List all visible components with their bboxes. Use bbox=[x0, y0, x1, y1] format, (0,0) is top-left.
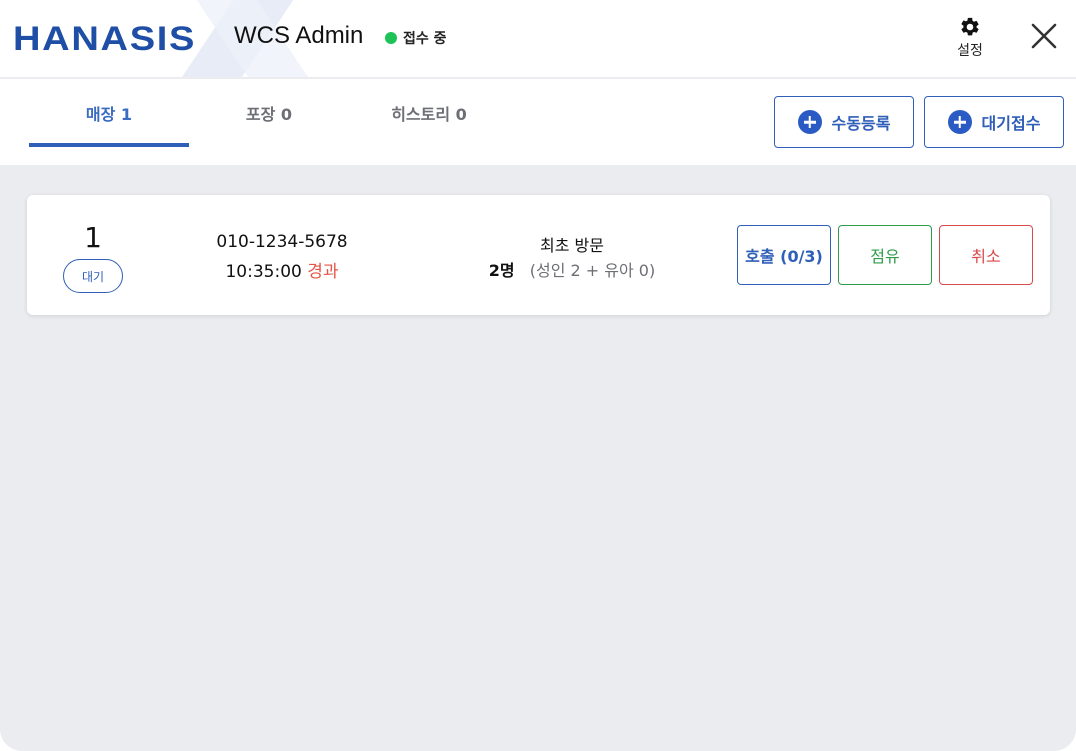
call-button[interactable]: 호출 (0/3) bbox=[737, 225, 831, 285]
hanasis-logo: HANASIS bbox=[13, 22, 194, 56]
cancel-button[interactable]: 취소 bbox=[939, 225, 1033, 285]
gear-icon bbox=[961, 17, 979, 36]
manual-register-button[interactable]: 수동등록 bbox=[774, 96, 914, 148]
close-icon[interactable] bbox=[1028, 20, 1060, 52]
seat-button[interactable]: 점유 bbox=[838, 225, 932, 285]
status-text: 접수 중 bbox=[403, 31, 447, 47]
settings-button[interactable]: 설정 bbox=[952, 16, 988, 60]
header: HANASIS WCS Admin 접수 중 설정 bbox=[0, 0, 1076, 78]
tab-takeout[interactable]: 포장 0 bbox=[189, 79, 349, 147]
tab-store[interactable]: 매장 1 bbox=[29, 79, 189, 147]
status-badge: 대기 bbox=[63, 259, 123, 293]
settings-label: 설정 bbox=[957, 43, 983, 59]
plus-circle-icon bbox=[797, 110, 822, 134]
people-detail: (성인 2 + 유아 0) bbox=[529, 261, 656, 280]
registered-time: 10:35:00 경과 bbox=[177, 257, 387, 282]
status-indicator: 접수 중 bbox=[385, 28, 447, 48]
phone-number: 010-1234-5678 bbox=[216, 232, 348, 252]
plus-circle-icon bbox=[947, 110, 972, 134]
wait-register-label: 대기접수 bbox=[981, 114, 1041, 133]
people-count: 2명 bbox=[488, 261, 515, 280]
wait-register-button[interactable]: 대기접수 bbox=[924, 96, 1064, 148]
elapsed-label: 경과 bbox=[307, 262, 339, 282]
logo-text: HANASIS bbox=[13, 20, 197, 58]
visit-type: 최초 방문 bbox=[540, 236, 604, 255]
party-size: 2명 (성인 2 + 유아 0) bbox=[457, 257, 687, 281]
app-title: WCS Admin bbox=[234, 22, 364, 49]
tab-history[interactable]: 히스토리 0 bbox=[349, 79, 509, 147]
queue-number: 1 bbox=[84, 221, 102, 254]
tab-bar: 매장 1 포장 0 히스토리 0 수동등록 대기접수 bbox=[0, 79, 1076, 165]
queue-card: 1 대기 010-1234-5678 10:35:00 경과 최초 방문 2명 … bbox=[27, 195, 1050, 315]
status-dot-icon bbox=[385, 32, 397, 44]
app-window: HANASIS WCS Admin 접수 중 설정 매장 1 포장 0 히스토리… bbox=[0, 0, 1076, 751]
manual-register-label: 수동등록 bbox=[831, 114, 891, 133]
time-value: 10:35:00 bbox=[225, 262, 302, 282]
